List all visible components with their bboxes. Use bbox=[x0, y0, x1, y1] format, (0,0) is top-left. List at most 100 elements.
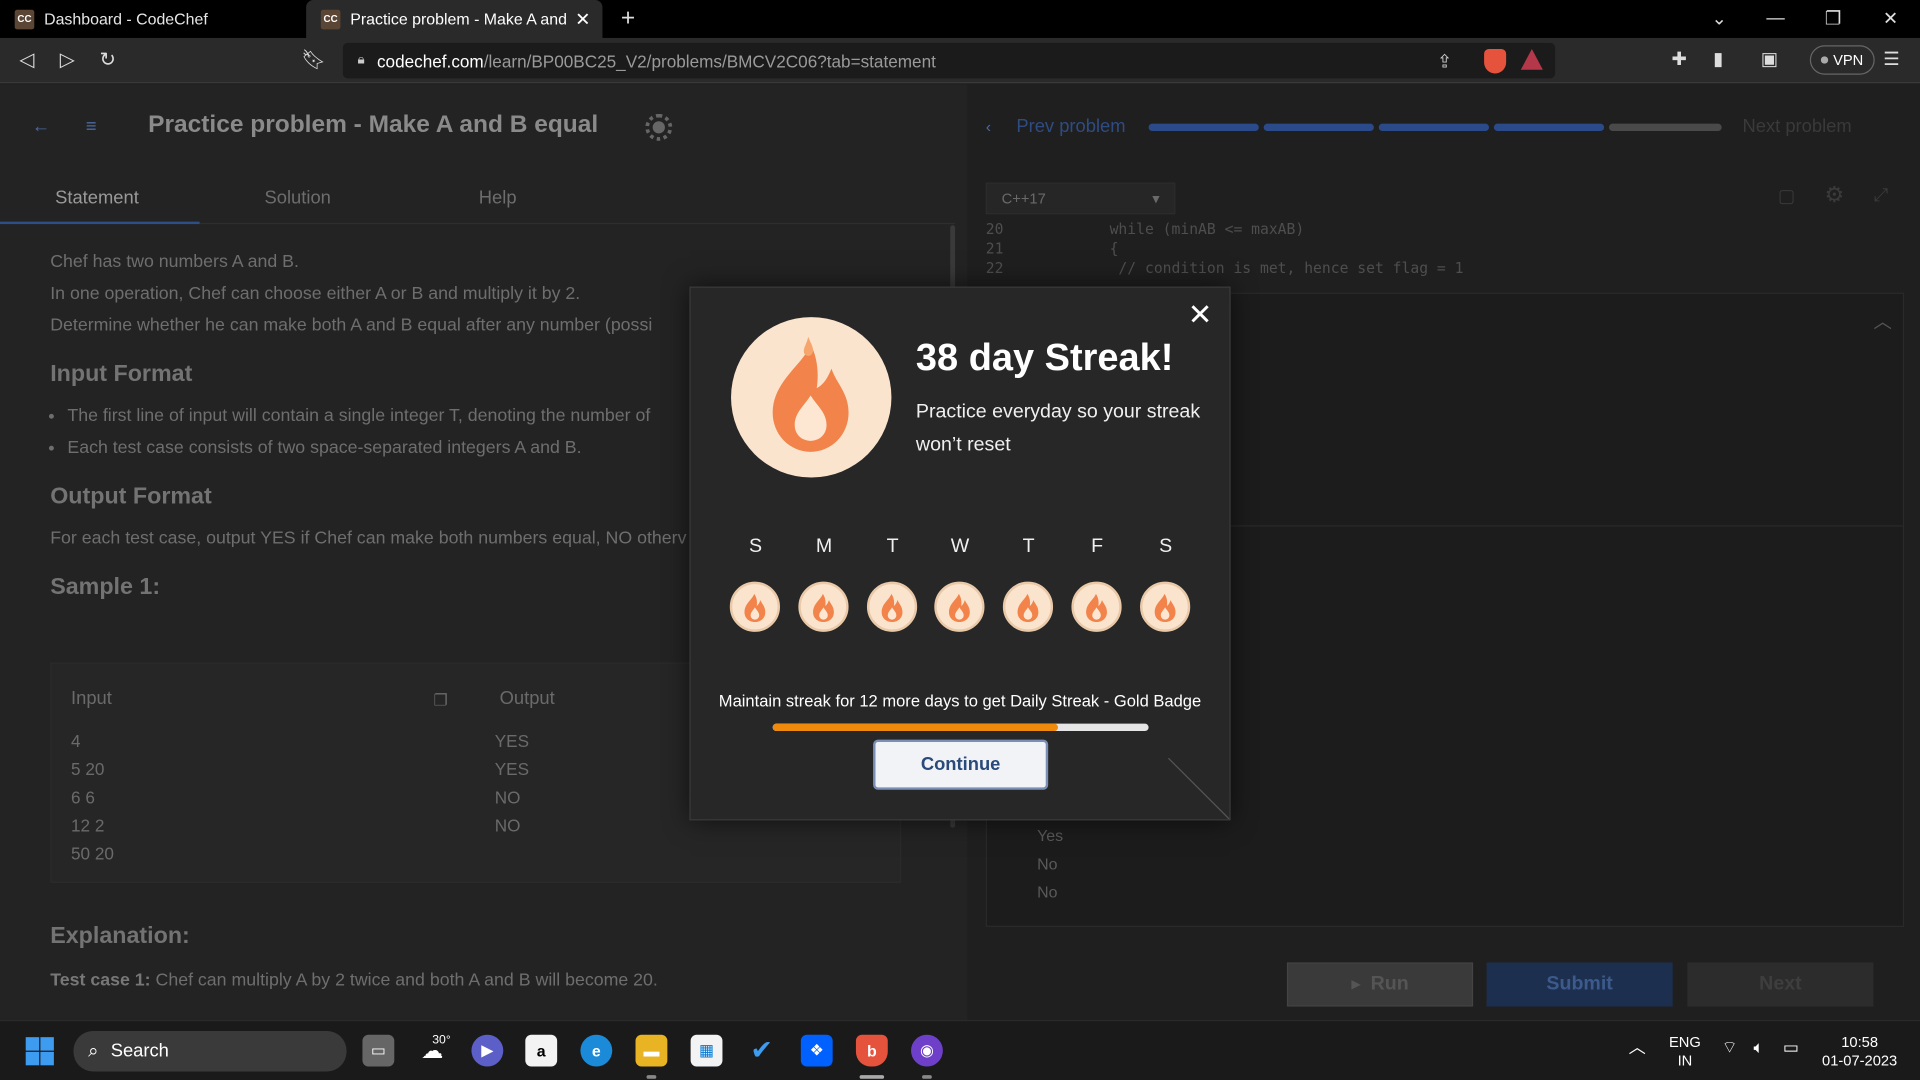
play-icon: ▶ bbox=[1351, 977, 1361, 992]
prev-problem-link[interactable]: Prev problem bbox=[1016, 116, 1125, 137]
progress-segment bbox=[1493, 123, 1605, 132]
menu-icon[interactable]: ☰ bbox=[1883, 48, 1899, 70]
file-explorer-icon[interactable]: ▬ bbox=[635, 1034, 668, 1067]
line-number: 20 bbox=[985, 220, 1004, 238]
submit-button[interactable]: Submit bbox=[1486, 962, 1673, 1007]
tab-practice-problem[interactable]: CC Practice problem - Make A and B ✕ bbox=[306, 0, 603, 38]
microsoft-store-icon[interactable]: ▦ bbox=[690, 1034, 723, 1067]
minimize-icon[interactable]: — bbox=[1763, 7, 1787, 28]
day-label: M bbox=[815, 536, 833, 558]
problem-list-icon[interactable]: ≡ bbox=[86, 116, 97, 137]
sample-output-line: YES bbox=[494, 731, 530, 751]
battery-icon[interactable]: ▭ bbox=[1783, 1038, 1799, 1056]
lang-top: ENG bbox=[1668, 1033, 1701, 1051]
tab-help[interactable]: Help bbox=[479, 187, 517, 208]
brave-shields-icon[interactable] bbox=[1484, 48, 1507, 74]
reset-icon[interactable]: ▢ bbox=[1778, 185, 1795, 207]
sample-input-values: 4 5 20 6 6 12 2 50 20 bbox=[71, 727, 114, 868]
progress-segment bbox=[1608, 123, 1722, 132]
clock[interactable]: 10:58 01-07-2023 bbox=[1822, 1033, 1897, 1070]
new-tab-icon[interactable]: + bbox=[621, 5, 635, 33]
next-problem-link[interactable]: Next problem bbox=[1742, 116, 1851, 137]
back-icon[interactable]: ◁ bbox=[15, 48, 39, 72]
day-flame-icon bbox=[866, 581, 918, 632]
streak-subtitle: Practice everyday so your streak won’t r… bbox=[915, 401, 1201, 456]
tab-title: Practice problem - Make A and B bbox=[350, 9, 571, 29]
wifi-icon[interactable]: ⌔ bbox=[1722, 1038, 1738, 1056]
sample-input-line: 4 bbox=[71, 731, 81, 751]
collapse-chevron-icon[interactable]: ︿ bbox=[1873, 309, 1891, 335]
copy-icon[interactable]: ❐ bbox=[433, 691, 447, 711]
code-editor[interactable]: 20 while (minAB <= maxAB) 21 { 22 // con… bbox=[986, 219, 1696, 278]
sample-output-line: NO bbox=[494, 815, 521, 836]
theme-toggle-icon[interactable] bbox=[645, 113, 673, 141]
sidebar-icon[interactable]: ▮ bbox=[1713, 48, 1723, 70]
day-flame-icon bbox=[798, 581, 849, 632]
share-icon[interactable]: ⇪ bbox=[1437, 50, 1452, 72]
tab-solution[interactable]: Solution bbox=[264, 187, 330, 208]
prev-chevron-icon[interactable]: ‹ bbox=[986, 118, 991, 136]
codechef-favicon: CC bbox=[320, 9, 341, 29]
streak-modal: ✕ 38 day Streak! Practice everyday so yo… bbox=[689, 286, 1231, 821]
tray-overflow-chevron-icon[interactable]: ︿ bbox=[1629, 1038, 1646, 1056]
code-line: while (minAB <= maxAB) bbox=[1109, 220, 1305, 238]
taskbar-search[interactable]: ⌕ Search bbox=[73, 1031, 347, 1072]
sample-output-values: YES YES NO NO bbox=[495, 727, 529, 840]
problem-tabs: Statement Solution Help bbox=[0, 173, 956, 225]
search-label: Search bbox=[110, 1040, 169, 1062]
app-active-indicator bbox=[859, 1075, 885, 1079]
vpn-status-dot bbox=[1820, 56, 1829, 64]
extensions-icon[interactable]: ✚ bbox=[1671, 48, 1686, 70]
language-select[interactable]: C++17 ▾ bbox=[985, 182, 1176, 215]
day-label: F bbox=[1091, 536, 1104, 558]
task-view-icon[interactable]: ▭ bbox=[362, 1034, 395, 1067]
volume-muted-icon[interactable]: 🔈︎ bbox=[1753, 1038, 1763, 1056]
sample-output-line: NO bbox=[494, 787, 521, 807]
bookmark-icon[interactable]: 🔖︎ bbox=[301, 48, 326, 72]
restore-icon[interactable]: ❐ bbox=[1821, 7, 1845, 30]
edge-icon[interactable]: e bbox=[580, 1034, 613, 1067]
weather-temp: 30° bbox=[432, 1033, 451, 1047]
next-label: Next bbox=[1759, 973, 1802, 995]
github-desktop-icon[interactable]: ◉ bbox=[911, 1034, 943, 1067]
amazon-icon[interactable]: a bbox=[525, 1034, 558, 1067]
day-label: T bbox=[886, 536, 899, 558]
expand-icon[interactable]: ⤢ bbox=[1873, 185, 1888, 206]
back-arrow-icon[interactable]: ← bbox=[32, 116, 50, 137]
day-flame-icon bbox=[934, 581, 985, 632]
day-label: T bbox=[1022, 536, 1035, 558]
teams-icon[interactable]: ▶ bbox=[471, 1034, 504, 1067]
page-title: Practice problem - Make A and B equal bbox=[148, 111, 599, 139]
code-line: { bbox=[1109, 240, 1119, 258]
dropbox-icon[interactable]: ❖ bbox=[800, 1034, 833, 1067]
close-window-icon[interactable]: ✕ bbox=[1878, 7, 1902, 30]
brave-browser-icon[interactable]: b bbox=[855, 1034, 888, 1067]
settings-gear-icon[interactable]: ⚙ bbox=[1825, 182, 1845, 208]
brave-rewards-icon[interactable] bbox=[1520, 48, 1543, 70]
continue-button[interactable]: Continue bbox=[873, 739, 1049, 790]
vpn-button[interactable]: VPN bbox=[1809, 45, 1875, 75]
tab-statement[interactable]: Statement bbox=[55, 187, 139, 208]
line-number: 22 bbox=[985, 259, 1004, 277]
wallet-icon[interactable]: ▣ bbox=[1761, 48, 1778, 70]
run-button[interactable]: ▶ Run bbox=[1286, 962, 1474, 1007]
tab-search-chevron-icon[interactable]: ⌄ bbox=[1707, 7, 1731, 30]
reload-icon[interactable]: ↻ bbox=[96, 48, 120, 72]
run-label: Run bbox=[1370, 973, 1409, 995]
problem-header: ← ≡ Practice problem - Make A and B equa… bbox=[0, 84, 967, 170]
next-button[interactable]: Next bbox=[1687, 962, 1874, 1007]
language-indicator[interactable]: ENG IN bbox=[1669, 1033, 1701, 1070]
progress-segment bbox=[1263, 123, 1374, 132]
windows-start-icon[interactable] bbox=[25, 1037, 54, 1066]
address-bar[interactable]: 🔒︎ codechef.com/learn/BP00BC25_V2/proble… bbox=[342, 42, 1556, 79]
url-path: /learn/BP00BC25_V2/problems/BMCV2C06?tab… bbox=[483, 50, 936, 71]
streak-flame-icon bbox=[731, 317, 892, 478]
vpn-label: VPN bbox=[1833, 51, 1864, 69]
codechef-favicon: CC bbox=[14, 9, 35, 29]
close-tab-icon[interactable]: ✕ bbox=[571, 8, 595, 30]
day-flame-icon bbox=[1002, 581, 1054, 632]
close-icon[interactable]: ✕ bbox=[1184, 299, 1216, 332]
tab-dashboard[interactable]: CC Dashboard - CodeChef bbox=[0, 0, 304, 38]
forward-icon[interactable]: ▷ bbox=[55, 48, 79, 72]
todo-icon[interactable]: ✔ bbox=[746, 1035, 778, 1067]
